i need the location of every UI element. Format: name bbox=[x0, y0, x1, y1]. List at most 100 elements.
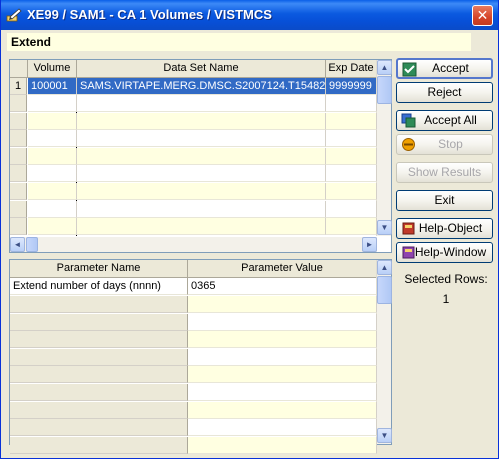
column-header-volume[interactable]: Volume bbox=[28, 60, 77, 78]
params-scroll-up-button[interactable]: ▲ bbox=[377, 260, 392, 275]
row-header-empty[interactable] bbox=[10, 147, 27, 165]
stop-icon bbox=[402, 138, 415, 151]
param-name-empty bbox=[10, 296, 188, 313]
empty-cell[interactable] bbox=[77, 218, 326, 236]
scroll-down-button[interactable]: ▼ bbox=[377, 220, 392, 235]
empty-cell[interactable] bbox=[28, 95, 77, 112]
help-window-button[interactable]: Help-Window bbox=[396, 242, 493, 263]
param-value-empty[interactable] bbox=[188, 331, 377, 349]
empty-cell[interactable] bbox=[77, 130, 326, 148]
reject-label: Reject bbox=[427, 85, 462, 99]
empty-cell[interactable] bbox=[77, 183, 326, 200]
grid-corner bbox=[10, 60, 28, 78]
params-vertical-scrollbar[interactable]: ▲ ▼ bbox=[376, 260, 392, 444]
status-text: Extend bbox=[11, 35, 52, 49]
accept-all-button[interactable]: Accept All bbox=[396, 110, 493, 131]
param-value-empty[interactable] bbox=[188, 366, 377, 384]
empty-cell[interactable] bbox=[77, 165, 326, 183]
exit-button[interactable]: Exit bbox=[396, 190, 493, 211]
param-value-empty[interactable] bbox=[188, 296, 377, 313]
selected-rows-count: 1 bbox=[442, 292, 450, 306]
empty-cell[interactable] bbox=[28, 130, 77, 148]
cell-exp-date[interactable]: 9999999 bbox=[326, 78, 377, 95]
vertical-scrollbar[interactable]: ▲ ▼ bbox=[376, 60, 392, 236]
param-value-empty[interactable] bbox=[188, 384, 377, 401]
cell-dsn[interactable]: SAMS.VIRTAPE.MERG.DMSC.S2007124.T154823 bbox=[77, 78, 326, 95]
stop-label: Stop bbox=[438, 137, 463, 151]
close-button[interactable]: ✕ bbox=[472, 5, 493, 26]
row-header-empty[interactable] bbox=[10, 112, 27, 130]
title-bar[interactable]: XE99 / SAM1 - CA 1 Volumes / VISTMCS ✕ bbox=[1, 0, 498, 30]
param-value-input[interactable]: 0365 bbox=[188, 278, 377, 295]
cell-volume[interactable]: 100001 bbox=[28, 78, 77, 95]
dialog-window: XE99 / SAM1 - CA 1 Volumes / VISTMCS ✕ E… bbox=[0, 0, 499, 459]
accept-button[interactable]: Accept bbox=[396, 58, 493, 79]
param-name-empty bbox=[10, 436, 188, 454]
scroll-up-button[interactable]: ▲ bbox=[377, 60, 392, 75]
accept-all-icon bbox=[401, 113, 416, 128]
row-header-empty[interactable] bbox=[10, 218, 27, 236]
horizontal-scrollbar[interactable]: ◄ ► bbox=[10, 237, 377, 252]
exit-label: Exit bbox=[434, 193, 455, 207]
empty-cell[interactable] bbox=[326, 183, 377, 200]
stop-button[interactable]: Stop bbox=[396, 134, 493, 155]
param-value-empty[interactable] bbox=[188, 348, 377, 366]
column-header-dsn[interactable]: Data Set Name bbox=[77, 60, 326, 78]
scroll-left-button[interactable]: ◄ bbox=[10, 237, 25, 252]
empty-cell[interactable] bbox=[326, 200, 377, 218]
empty-cell[interactable] bbox=[77, 147, 326, 165]
param-name-empty bbox=[10, 401, 188, 419]
param-name-empty bbox=[10, 419, 188, 437]
param-name-empty bbox=[10, 331, 188, 349]
scroll-right-button[interactable]: ► bbox=[362, 237, 377, 252]
empty-cell[interactable] bbox=[28, 183, 77, 200]
empty-cell[interactable] bbox=[326, 165, 377, 183]
empty-cell[interactable] bbox=[28, 112, 77, 130]
params-scroll-down-button[interactable]: ▼ bbox=[377, 428, 392, 443]
param-value-empty[interactable] bbox=[188, 436, 377, 454]
scroll-h-thumb[interactable] bbox=[26, 237, 38, 252]
parameters-grid[interactable]: Parameter Name Parameter Value Extend nu… bbox=[9, 259, 392, 454]
empty-cell[interactable] bbox=[28, 218, 77, 236]
row-header-empty[interactable] bbox=[10, 200, 27, 218]
accept-label: Accept bbox=[432, 61, 469, 75]
params-scroll-thumb[interactable] bbox=[377, 276, 392, 304]
row-header-empty[interactable] bbox=[10, 95, 27, 112]
empty-cell[interactable] bbox=[28, 165, 77, 183]
param-value-empty[interactable] bbox=[188, 401, 377, 419]
empty-cell[interactable] bbox=[326, 95, 377, 112]
empty-cell[interactable] bbox=[28, 147, 77, 165]
column-header-exp-date[interactable]: Exp Date bbox=[326, 60, 377, 78]
help-book-window-icon bbox=[402, 246, 415, 259]
param-value-empty[interactable] bbox=[188, 419, 377, 437]
reject-button[interactable]: Reject bbox=[396, 82, 493, 103]
window-title: XE99 / SAM1 - CA 1 Volumes / VISTMCS bbox=[27, 7, 272, 22]
row-header-empty[interactable] bbox=[10, 165, 27, 183]
empty-cell[interactable] bbox=[326, 147, 377, 165]
column-header-param-value[interactable]: Parameter Value bbox=[188, 260, 377, 278]
accept-all-label: Accept All bbox=[424, 113, 477, 127]
accept-icon bbox=[402, 62, 417, 77]
selected-rows-label: Selected Rows: bbox=[404, 272, 488, 286]
param-name-empty bbox=[10, 384, 188, 401]
empty-cell[interactable] bbox=[77, 95, 326, 112]
row-header-empty[interactable] bbox=[10, 130, 27, 148]
show-results-button[interactable]: Show Results bbox=[396, 162, 493, 183]
show-results-label: Show Results bbox=[407, 165, 482, 179]
empty-cell[interactable] bbox=[77, 200, 326, 218]
column-header-param-name[interactable]: Parameter Name bbox=[10, 260, 188, 278]
pen-app-icon bbox=[6, 8, 22, 22]
volumes-grid[interactable]: Volume Data Set Name Exp Date 1 100001 S… bbox=[9, 59, 392, 253]
empty-cell[interactable] bbox=[326, 218, 377, 236]
help-object-button[interactable]: Help-Object bbox=[396, 218, 493, 239]
status-bar: Extend bbox=[7, 33, 471, 51]
row-number[interactable]: 1 bbox=[10, 78, 27, 95]
scroll-thumb[interactable] bbox=[377, 76, 392, 104]
empty-cell[interactable] bbox=[77, 112, 326, 130]
param-name-cell: Extend number of days (nnnn) bbox=[10, 278, 188, 295]
param-value-empty[interactable] bbox=[188, 313, 377, 331]
empty-cell[interactable] bbox=[326, 130, 377, 148]
row-header-empty[interactable] bbox=[10, 183, 27, 200]
empty-cell[interactable] bbox=[326, 112, 377, 130]
empty-cell[interactable] bbox=[28, 200, 77, 218]
